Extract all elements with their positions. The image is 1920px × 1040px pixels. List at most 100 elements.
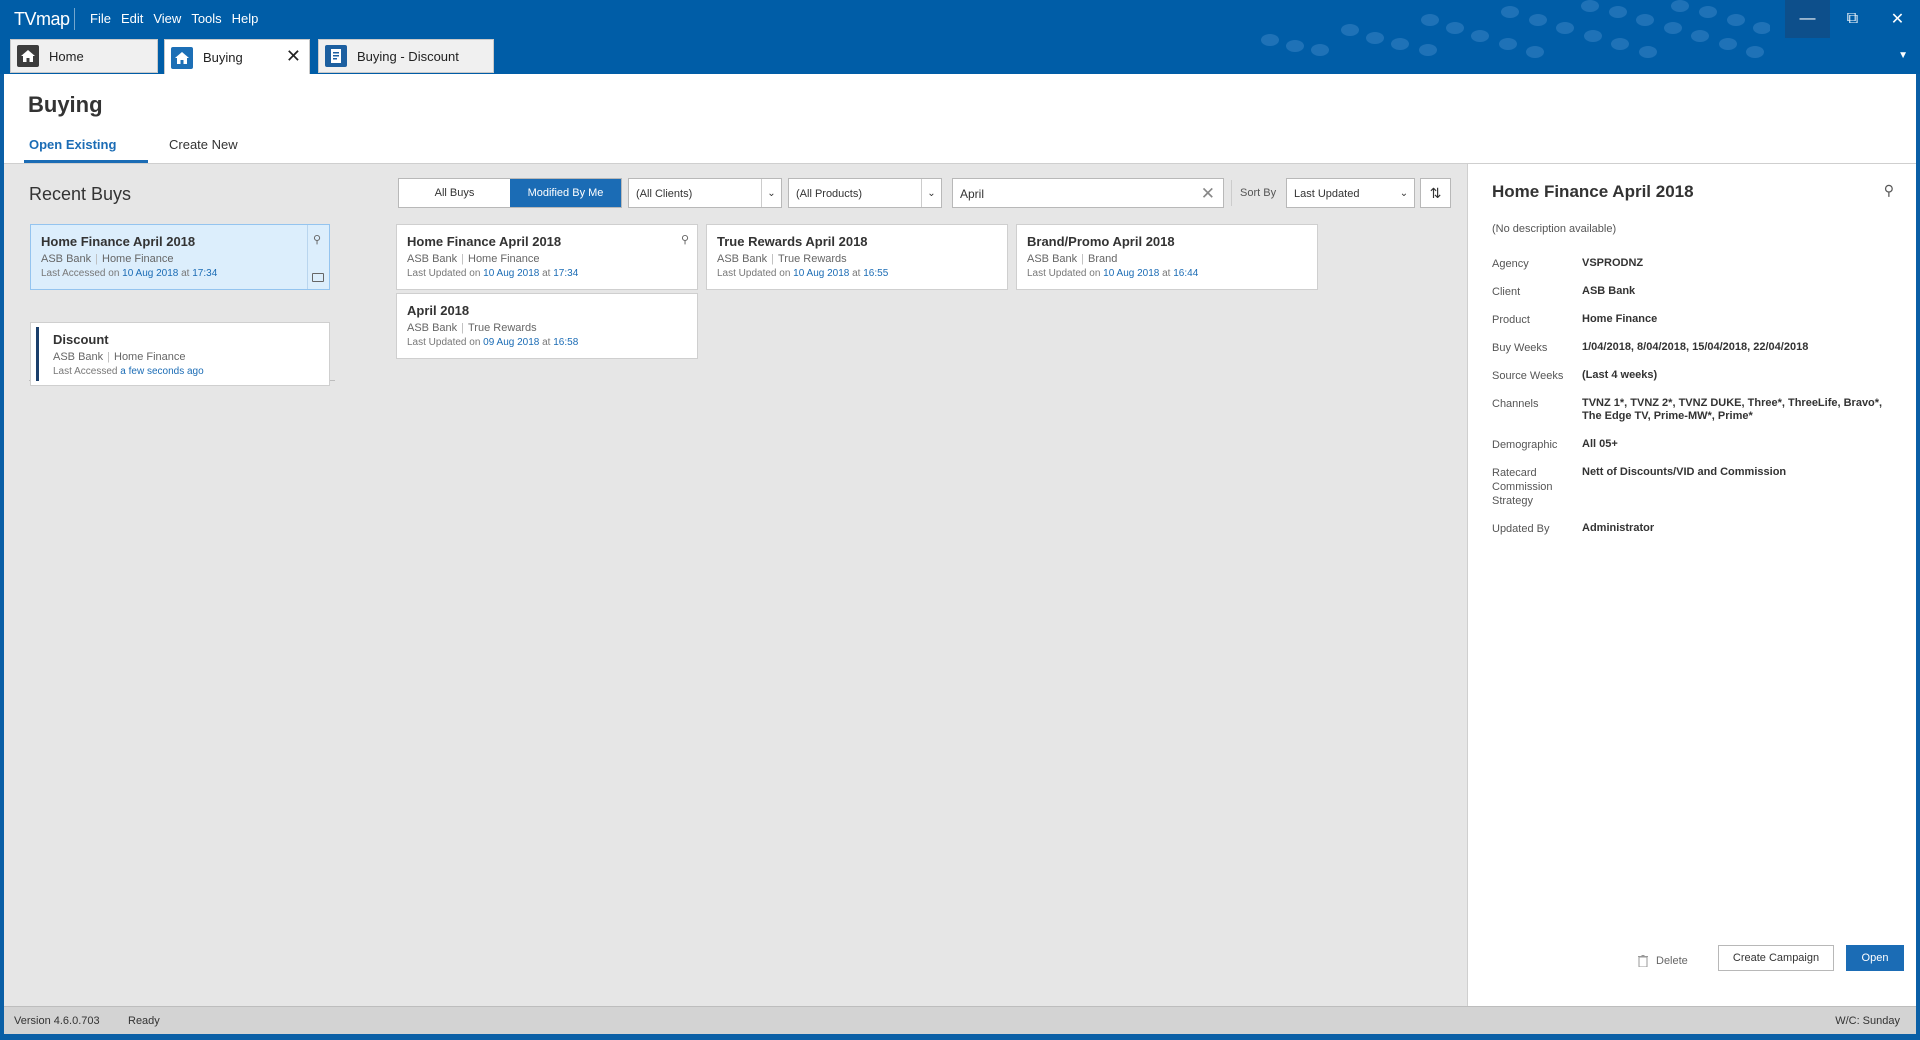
recent-buys-title: Recent Buys (29, 184, 132, 204)
detail-label: Channels (1492, 398, 1539, 410)
accessed-date: 10 Aug 2018 (122, 268, 179, 279)
products-dropdown[interactable]: (All Products) ⌄ (788, 178, 942, 208)
detail-value: All 05+ (1582, 438, 1618, 450)
menu-file[interactable]: File (90, 11, 111, 26)
recent-buy-meta: ASB Bank | Home Finance (53, 351, 186, 363)
updated-prefix: Last Updated on (407, 268, 481, 279)
minimize-button[interactable]: — (1785, 0, 1830, 38)
accessed-prefix: Last Accessed on (41, 268, 120, 279)
tab-open-existing[interactable]: Open Existing (29, 137, 116, 152)
menu-tools[interactable]: Tools (191, 11, 221, 26)
updated-at: at (542, 337, 551, 348)
clients-dropdown[interactable]: (All Clients) ⌄ (628, 178, 782, 208)
home-icon (171, 46, 193, 69)
buy-card-title: Brand/Promo April 2018 (1027, 234, 1175, 249)
detail-value: Nett of Discounts/VID and Commission (1582, 466, 1787, 478)
sort-dropdown-value: Last Updated (1294, 188, 1360, 200)
detail-label: Demographic (1492, 439, 1558, 451)
restore-button[interactable]: ⧉ (1830, 0, 1875, 38)
status-bar: Version 4.6.0.703 Ready W/C: Sunday (4, 1006, 1916, 1034)
recent-buy-card[interactable]: Discount ASB Bank | Home Finance Last Acce… (30, 322, 330, 386)
tab-create-new[interactable]: Create New (169, 137, 238, 152)
tab-buying[interactable]: Buying ✕ (164, 39, 310, 74)
product-name: Home Finance (114, 351, 186, 363)
updated-date: 10 Aug 2018 (1103, 268, 1160, 279)
buy-card[interactable]: Home Finance April 2018 ASB Bank | Home Fi… (396, 224, 698, 290)
updated-at: at (542, 268, 551, 279)
open-button[interactable]: Open (1846, 945, 1904, 971)
buy-card-meta: ASB Bank | Brand (1027, 253, 1117, 265)
menu-edit[interactable]: Edit (121, 11, 143, 26)
chevron-down-icon[interactable]: ⌄ (921, 179, 941, 207)
sort-direction-icon: ⇅ (1429, 184, 1442, 201)
logo-divider (74, 8, 75, 30)
buy-card-meta: ASB Bank | True Rewards (407, 322, 537, 334)
chevron-down-icon[interactable]: ⌄ (761, 179, 781, 207)
detail-label: Product (1492, 314, 1530, 326)
client-name: ASB Bank (41, 253, 92, 265)
page-title: Buying (28, 92, 103, 117)
separator: | (95, 253, 98, 265)
buy-card[interactable]: April 2018 ASB Bank | True Rewards Last Up… (396, 293, 698, 359)
recent-buy-title: Home Finance April 2018 (41, 234, 196, 249)
chevron-down-icon[interactable]: ⌄ (1394, 179, 1414, 207)
create-campaign-button[interactable]: Create Campaign (1718, 945, 1834, 971)
updated-date: 10 Aug 2018 (483, 268, 540, 279)
accessed-prefix: Last Accessed (53, 366, 118, 377)
modified-by-me-button[interactable]: Modified By Me (510, 179, 621, 207)
tab-overflow-icon[interactable]: ▼ (1898, 50, 1908, 61)
separator: | (461, 253, 464, 265)
buy-card[interactable]: True Rewards April 2018 ASB Bank | True Re… (706, 224, 1008, 290)
buy-card-updated: Last Updated on 10 Aug 2018 at 17:34 (407, 268, 578, 279)
close-tab-icon[interactable]: ✕ (286, 46, 301, 67)
document-icon (325, 45, 347, 67)
tab-home[interactable]: Home (10, 39, 158, 73)
detail-label: Ratecard Commission Strategy (1492, 467, 1553, 507)
recent-buy-card[interactable]: Home Finance April 2018 ASB Bank | Home Fi… (30, 224, 330, 290)
client-name: ASB Bank (1027, 253, 1078, 265)
detail-label: Updated By (1492, 523, 1550, 535)
detail-value: ASB Bank (1582, 285, 1636, 297)
close-window-button[interactable]: ✕ (1875, 0, 1920, 38)
menu-help[interactable]: Help (232, 11, 259, 26)
delete-button[interactable]: Delete (1638, 948, 1688, 974)
accessed-at: at (181, 268, 190, 279)
sort-direction-button[interactable]: ⇅ (1420, 178, 1451, 208)
status-text: Ready (128, 1015, 160, 1027)
buy-card-title: Home Finance April 2018 (407, 234, 562, 249)
pin-icon[interactable]: ⚲ (1884, 182, 1894, 199)
detail-value: (Last 4 weeks) (1582, 369, 1658, 381)
title-bar: TVmap File Edit View Tools Help — ⧉ ✕ ▼ … (0, 0, 1920, 74)
pin-icon[interactable]: ⚲ (681, 233, 689, 246)
tab-buying-discount-label: Buying - Discount (357, 48, 459, 64)
menu-view[interactable]: View (153, 11, 181, 26)
product-name: True Rewards (468, 322, 537, 334)
buy-card[interactable]: Brand/Promo April 2018 ASB Bank | Brand La… (1016, 224, 1318, 290)
client-name: ASB Bank (407, 322, 458, 334)
open-indicator (36, 327, 39, 381)
all-buys-button[interactable]: All Buys (399, 179, 510, 207)
updated-prefix: Last Updated on (1027, 268, 1101, 279)
updated-at: at (1162, 268, 1171, 279)
recent-buy-meta: ASB Bank | Home Finance (41, 253, 174, 265)
detail-value: Administrator (1582, 522, 1655, 534)
detail-label: Source Weeks (1492, 370, 1564, 382)
detail-value: TVNZ 1*, TVNZ 2*, TVNZ DUKE, Three*, Thr… (1582, 397, 1883, 422)
search-input[interactable]: April ✕ (952, 178, 1224, 208)
delete-button-label: Delete (1656, 955, 1688, 967)
pin-icon[interactable]: ⚲ (313, 233, 321, 246)
product-name: Home Finance (468, 253, 540, 265)
buy-card-title: True Rewards April 2018 (717, 234, 868, 249)
tab-buying-discount[interactable]: Buying - Discount (318, 39, 494, 73)
recent-buy-title: Discount (53, 332, 109, 347)
client-name: ASB Bank (53, 351, 104, 363)
folder-icon[interactable] (312, 273, 324, 282)
product-name: True Rewards (778, 253, 847, 265)
separator: | (461, 322, 464, 334)
buy-card-title: April 2018 (407, 303, 470, 318)
detail-label: Buy Weeks (1492, 342, 1548, 354)
detail-panel: Home Finance April 2018 ⚲ (No descriptio… (1467, 164, 1916, 1006)
sort-dropdown[interactable]: Last Updated ⌄ (1286, 178, 1415, 208)
clear-search-icon[interactable]: ✕ (1201, 184, 1215, 204)
separator: | (771, 253, 774, 265)
